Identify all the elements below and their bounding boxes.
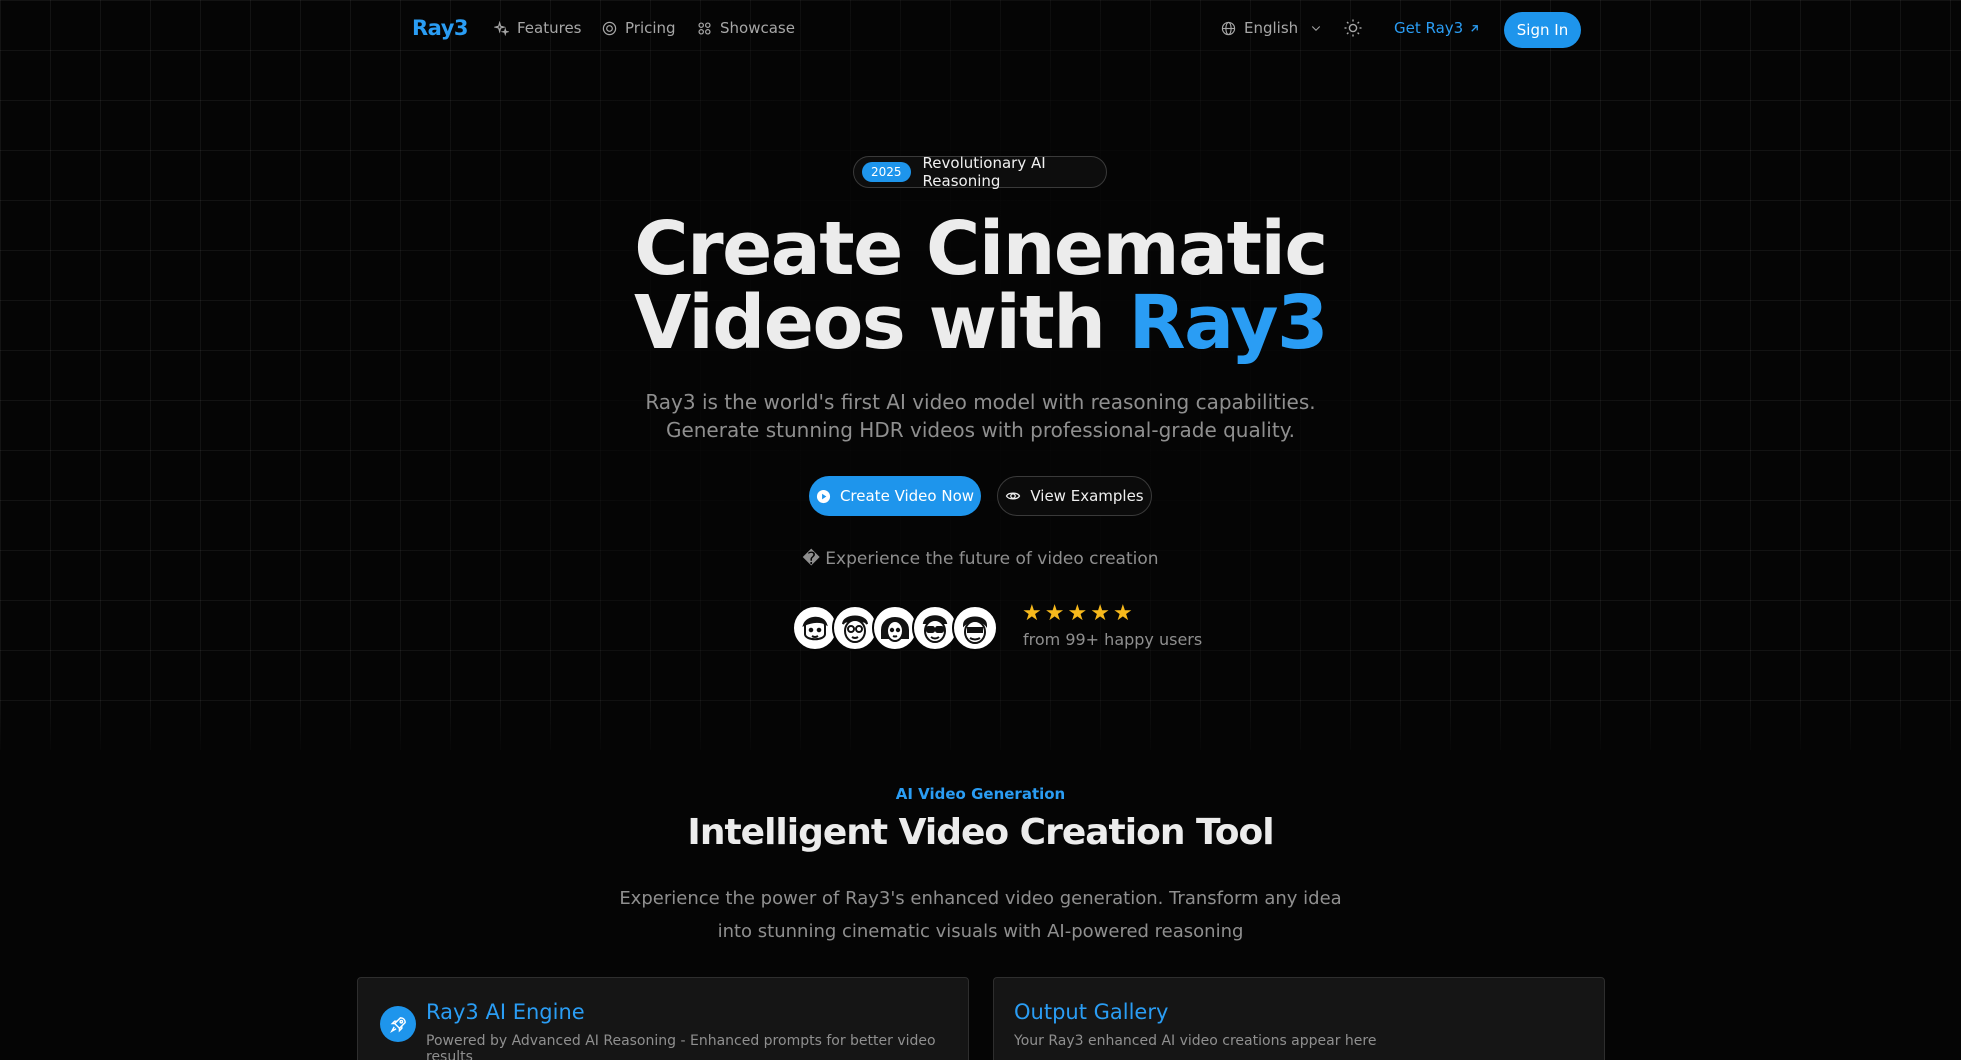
hero-title-line1: Create Cinematic [634,206,1328,292]
badge-text: Revolutionary AI Reasoning [922,154,1046,190]
hero-title: Create Cinematic Videos with Ray3 [0,212,1961,360]
hero-title-accent: Ray3 [1128,280,1329,366]
nav-link-pricing[interactable]: Pricing [602,19,676,37]
sign-in-button[interactable]: Sign In [1504,12,1581,48]
hero-title-prefix: Videos with [633,280,1129,366]
avatar [952,605,998,651]
section-description: Experience the power of Ray3's enhanced … [0,882,1961,948]
rating-stars: ★ ★ ★ ★ ★ [1022,603,1133,625]
user-avatars [792,605,998,651]
hero-subtitle-line1: Ray3 is the world's first AI video model… [645,390,1316,414]
sparkles-icon [494,20,509,36]
language-selector[interactable]: English [1221,19,1322,37]
get-ray3-label: Get Ray3 [1394,19,1464,37]
hero-subtitle-line2: Generate stunning HDR videos with profes… [665,418,1296,442]
section-description-line1: Experience the power of Ray3's enhanced … [619,888,1342,909]
globe-icon [1221,21,1236,35]
star-icon: ★ [1022,601,1042,626]
announcement-badge: 2025 Revolutionary AI Reasoning [853,154,1107,190]
section-title: Intelligent Video Creation Tool [687,812,1274,853]
card-subtitle: Powered by Advanced AI Reasoning - Enhan… [426,1033,936,1060]
happy-users-text: from 99+ happy users [1023,630,1203,649]
nav-link-label: Features [517,19,582,37]
hero-section: 2025 Revolutionary AI Reasoning Create C… [0,0,1961,700]
grid-icon [698,21,711,35]
card-title: Output Gallery [1014,1000,1169,1024]
grid-bottom-fade [0,700,1961,760]
play-circle-icon [816,489,831,503]
view-examples-button[interactable]: View Examples [997,476,1152,516]
logo[interactable]: Ray3 [412,16,469,40]
nav-link-label: Pricing [625,19,676,37]
nav-link-features[interactable]: Features [494,19,582,37]
nav-link-label: Showcase [720,19,795,37]
coin-icon [602,21,617,35]
arrow-up-right-icon [1471,24,1479,32]
badge-year: 2025 [862,162,911,182]
create-video-button[interactable]: Create Video Now [809,476,981,516]
eye-icon [1006,492,1021,500]
get-ray3-link[interactable]: Get Ray3 [1394,19,1480,37]
star-icon: ★ [1067,601,1088,626]
output-gallery-card: Output Gallery Your Ray3 enhanced AI vid… [993,977,1605,1060]
language-label: English [1244,19,1299,37]
card-title: Ray3 AI Engine [426,1000,585,1024]
star-icon: ★ [1044,601,1065,626]
rocket-icon [380,1006,416,1042]
chevron-down-icon [1312,26,1321,31]
experience-text: � Experience the future of video creatio… [802,549,1159,569]
create-video-label: Create Video Now [839,487,975,505]
card-subtitle: Your Ray3 enhanced AI video creations ap… [1014,1033,1377,1049]
top-navbar: Ray3 Features Pricing Showcase English G… [0,0,1961,60]
section-tag: AI Video Generation [895,785,1066,803]
ai-engine-card: Ray3 AI Engine Powered by Advanced AI Re… [357,977,969,1060]
view-examples-label: View Examples [1030,487,1144,505]
hero-title-line2: Videos with Ray3 [0,286,1961,360]
hero-subtitle: Ray3 is the world's first AI video model… [0,388,1961,444]
nav-link-showcase[interactable]: Showcase [697,19,795,37]
star-icon: ★ [1090,601,1110,626]
star-icon: ★ [1112,601,1133,626]
sun-icon[interactable] [1343,18,1363,38]
section-description-line2: into stunning cinematic visuals with AI-… [717,921,1244,942]
